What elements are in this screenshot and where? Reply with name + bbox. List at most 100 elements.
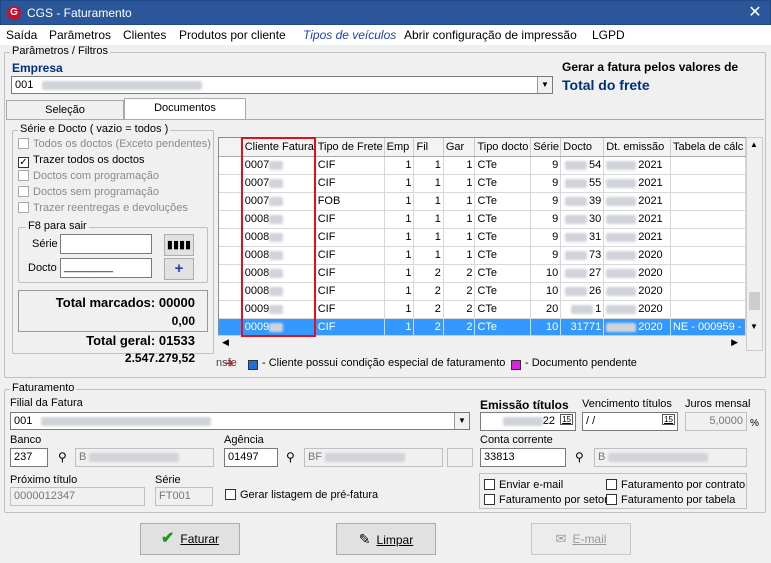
email-button[interactable]: ✉ E-mail [531,523,631,555]
calendar-icon[interactable]: 15 [560,414,573,425]
barcode-icon[interactable]: ▮▮▮▮ [164,234,194,256]
row-indicator[interactable] [219,210,243,229]
cell-value: 1 [405,285,412,297]
table-cell: 2 [443,264,476,283]
menu-clientes[interactable]: Clientes [123,28,166,42]
row-indicator[interactable] [219,282,243,301]
column-header[interactable]: Dt. emissão [603,138,671,157]
arrow-icon: ➜ [224,356,235,370]
com-programacao-checkbox[interactable]: Doctos com programação [18,170,159,182]
vencimento-input[interactable]: / / 15 [582,412,678,431]
serie-input[interactable] [60,234,152,254]
total-marcados-box: Total marcados: 00000 0,00 [18,290,208,332]
cell-value: 2 [466,267,473,279]
chevron-down-icon[interactable]: ▼ [537,77,552,93]
filial-select[interactable]: 001 ▼ [10,412,470,430]
todos-doctos-checkbox[interactable]: Todos os doctos (Exceto pendentes) [18,138,211,150]
pre-fatura-label: Gerar listagem de pré-fatura [240,489,379,501]
cell-value: 1 [466,231,473,243]
row-indicator[interactable] [219,246,243,265]
enviar-email-checkbox[interactable]: Enviar e-mail [484,479,563,491]
table-cell: 2021 [603,156,671,175]
menu-produtos-por-cliente[interactable]: Produtos por cliente [179,28,286,42]
cell-value: 30 [588,213,602,225]
cell-value: 1 [405,177,412,189]
row-indicator[interactable] [219,228,243,247]
com-programacao-label: Doctos com programação [33,170,159,182]
fat-setor-checkbox[interactable]: Faturamento por setor [484,494,608,506]
menu-abrir-configuracao-impressao[interactable]: Abrir configuração de impressão [404,28,577,42]
close-icon[interactable]: ✕ [741,3,769,23]
row-indicator[interactable] [219,192,243,211]
table-cell [670,192,746,211]
cell-value: 2 [434,321,441,333]
fat-contrato-checkbox[interactable]: Faturamento por contrato [606,479,745,491]
binoculars-icon[interactable]: ⚲ [286,450,295,464]
row-indicator[interactable] [219,264,243,283]
scroll-down-icon[interactable]: ▼ [750,322,758,331]
table-cell: 9 [530,156,562,175]
tab-documentos[interactable]: Documentos [124,98,246,120]
limpar-label: Limpar [376,533,414,547]
reentregas-checkbox[interactable]: Trazer reentregas e devoluções [18,202,188,214]
column-header[interactable]: Tipo docto [474,138,532,157]
menu-saida[interactable]: Saída [6,28,37,42]
conta-input[interactable]: 33813 [480,448,566,467]
column-header[interactable]: Tabela de cálc [670,138,746,157]
limpar-button[interactable]: ✎ Limpar [336,523,436,555]
row-indicator[interactable] [219,174,243,193]
faturar-button[interactable]: ✔ Faturar [140,523,240,555]
menu-tipos-de-veiculos[interactable]: Tipos de veículos [303,28,396,42]
trazer-todos-label: Trazer todos os doctos [33,154,145,166]
table-cell [670,282,746,301]
table-cell: 30 [560,210,605,229]
horizontal-scrollbar[interactable]: ◀ ▶ [218,335,746,351]
column-header[interactable]: Gar [443,138,476,157]
chevron-down-icon[interactable]: ▼ [454,413,469,429]
cell-value: 9 [552,159,559,171]
binoculars-icon[interactable]: ⚲ [58,450,67,464]
table-cell [670,246,746,265]
trazer-todos-checkbox[interactable]: ✓ Trazer todos os doctos [18,154,144,168]
banco-name-field: B [75,448,214,467]
redacted-value [564,196,587,206]
scroll-right-icon[interactable]: ▶ [731,337,738,348]
pre-fatura-checkbox[interactable]: Gerar listagem de pré-fatura [225,489,378,501]
scroll-up-icon[interactable]: ▲ [750,140,758,149]
vertical-scrollbar[interactable]: ▲ ▼ [746,137,763,351]
column-header[interactable]: Série [530,138,562,157]
redacted-value [564,232,587,242]
tab-selecao[interactable]: Seleção [6,100,124,120]
empresa-select[interactable]: 001 ▼ [11,76,553,94]
add-icon[interactable]: + [164,258,194,280]
column-header[interactable]: Tipo de Frete [315,138,385,157]
binoculars-icon[interactable]: ⚲ [575,450,584,464]
agencia-input[interactable]: 01497 [224,448,278,467]
cell-value: CIF [317,267,336,279]
banco-input[interactable]: 237 [10,448,48,467]
cell-value: NE - 000959 - [672,321,742,333]
column-header[interactable]: Fil [413,138,444,157]
table-cell: CIF [315,156,385,175]
scroll-thumb[interactable] [749,292,760,310]
proximo-label: Próximo título [10,474,78,486]
emissao-input[interactable]: 22 15 [480,412,576,431]
juros-input[interactable]: 5,0000 [685,412,747,431]
calendar-icon[interactable]: 15 [662,414,675,425]
docto-input[interactable]: ________ [60,258,152,278]
table-cell: CTe [474,192,532,211]
fat-tabela-checkbox[interactable]: Faturamento por tabela [606,494,735,506]
row-indicator[interactable] [219,318,243,337]
sem-programacao-checkbox[interactable]: Doctos sem programação [18,186,159,198]
menu-lgpd[interactable]: LGPD [592,28,625,42]
email-icon: ✉ [555,531,567,546]
total-geral-label: Total geral: 01533 [86,333,195,348]
row-indicator[interactable] [219,300,243,319]
row-indicator[interactable] [219,156,243,175]
window-title: CGS - Faturamento [27,6,132,20]
scroll-left-icon[interactable]: ◀ [222,337,229,348]
column-header[interactable]: Emp [384,138,415,157]
menu-parametros[interactable]: Parâmetros [49,28,111,42]
legend-magenta-text: - Documento pendente [525,357,637,369]
column-header[interactable]: Docto [560,138,605,157]
